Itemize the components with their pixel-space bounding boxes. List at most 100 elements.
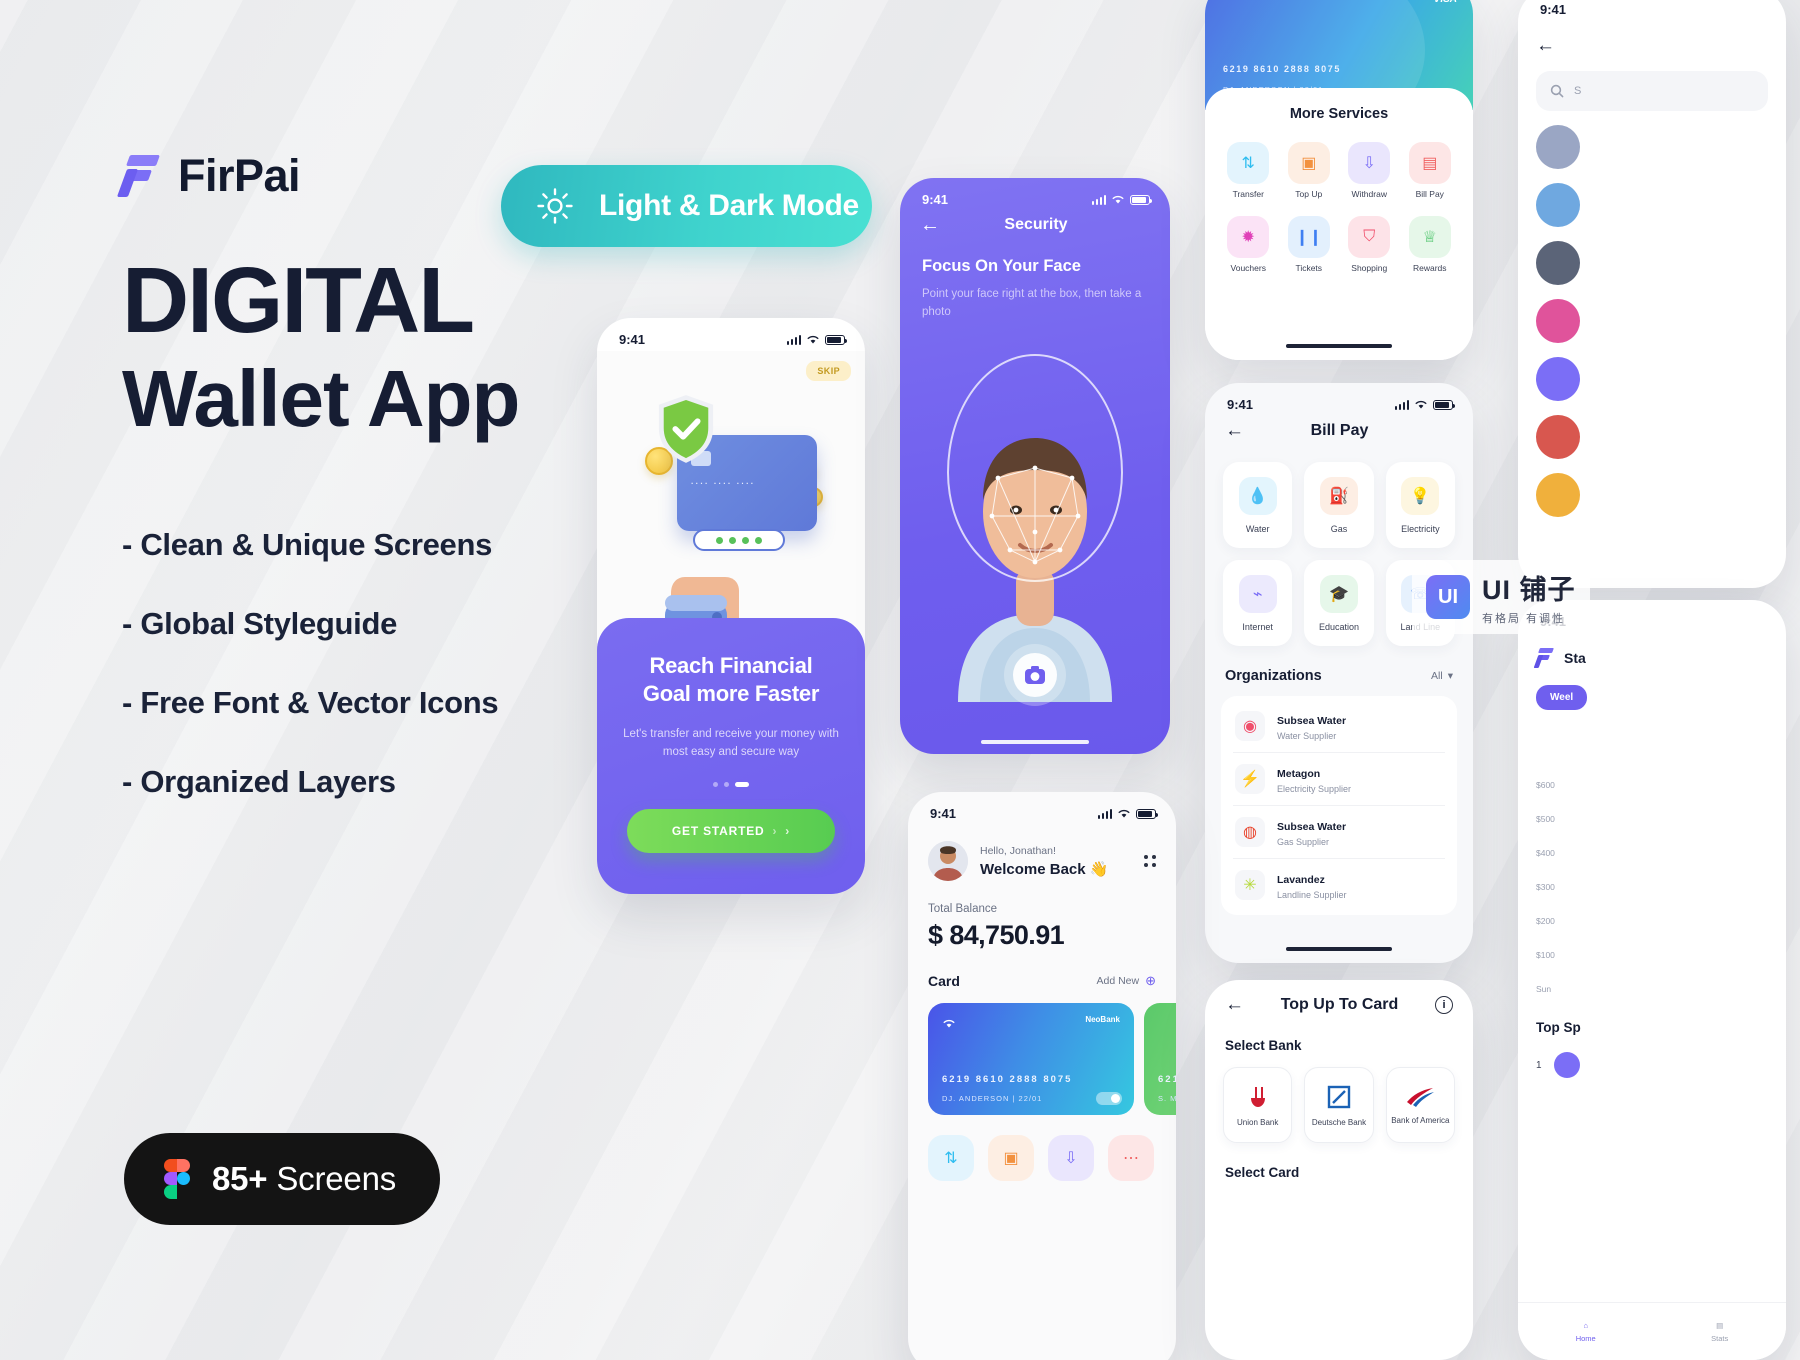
- list-item[interactable]: [1536, 183, 1768, 227]
- bank-option[interactable]: Union Bank: [1223, 1067, 1293, 1143]
- security-title: Security: [1004, 216, 1068, 233]
- axis-tick-x: Sun: [1536, 984, 1552, 994]
- arrow-left-icon[interactable]: ←: [1536, 35, 1555, 57]
- category-education[interactable]: 🎓 Education: [1304, 560, 1374, 646]
- info-icon[interactable]: i: [1435, 996, 1453, 1014]
- rank-row[interactable]: 1: [1536, 1052, 1580, 1078]
- service-item[interactable]: ⇩ Withdraw: [1342, 142, 1397, 202]
- avatar: [1536, 415, 1580, 459]
- status-bar: 9:41: [900, 178, 1170, 211]
- bank-card[interactable]: VISA 6219 S. MO: [1144, 1003, 1176, 1115]
- list-item[interactable]: [1536, 473, 1768, 517]
- more-icon[interactable]: ⋯: [1108, 1135, 1154, 1181]
- org-text: Lavandez Landline Supplier: [1277, 870, 1347, 900]
- service-item[interactable]: ▣ Top Up: [1282, 142, 1337, 202]
- signal-icon: [1097, 808, 1112, 819]
- card-section-header: Card Add New ⊕: [908, 951, 1176, 989]
- boa-icon: [1407, 1087, 1435, 1107]
- bank-label: Bank of America: [1391, 1115, 1450, 1125]
- organizations-filter[interactable]: All ▾: [1431, 670, 1453, 682]
- service-item[interactable]: ✹ Vouchers: [1221, 216, 1276, 276]
- add-new-card-button[interactable]: Add New ⊕: [1096, 973, 1156, 989]
- screens-count-text: 85+ Screens: [212, 1160, 396, 1198]
- org-text: Metagon Electricity Supplier: [1277, 764, 1351, 794]
- arrow-left-icon[interactable]: ←: [1225, 420, 1244, 442]
- category-electricity[interactable]: 💡 Electricity: [1385, 462, 1455, 548]
- list-item[interactable]: [1536, 357, 1768, 401]
- search-input[interactable]: S: [1536, 71, 1768, 111]
- chart-y-axis: $600 $500 $400 $300 $200 $100 Sun: [1536, 780, 1555, 994]
- service-item[interactable]: ▤ Bill Pay: [1403, 142, 1458, 202]
- avatar: [1536, 299, 1580, 343]
- bank-card[interactable]: NeoBank 6219 8610 2888 8075 DJ. ANDERSON…: [928, 1003, 1134, 1115]
- list-item[interactable]: ✳ Lavandez Landline Supplier: [1233, 859, 1445, 911]
- skip-button[interactable]: SKIP: [806, 361, 851, 381]
- service-item[interactable]: ♕ Rewards: [1403, 216, 1458, 276]
- list-item[interactable]: ⚡ Metagon Electricity Supplier: [1233, 753, 1445, 806]
- transfer-icon[interactable]: ⇅: [928, 1135, 974, 1181]
- org-name: Subsea Water: [1277, 715, 1347, 727]
- category-water[interactable]: 💧 Water: [1223, 462, 1293, 548]
- get-started-button[interactable]: GET STARTED › ›: [627, 808, 835, 853]
- category-label: Electricity: [1401, 523, 1440, 534]
- avatar: [1536, 183, 1580, 227]
- card-section-label: Card: [928, 973, 960, 989]
- capture-button[interactable]: [1004, 644, 1066, 706]
- withdraw-icon[interactable]: ⇩: [1048, 1135, 1094, 1181]
- arrow-left-icon[interactable]: ←: [1225, 994, 1244, 1016]
- avatar[interactable]: [928, 841, 968, 881]
- security-heading: Focus On Your Face: [922, 257, 1081, 275]
- services-grid: ⇅ Transfer ▣ Top Up ⇩ Withdraw ▤ Bill Pay ✹ V…: [1221, 142, 1457, 276]
- battery-icon: [1136, 808, 1158, 819]
- arrow-left-icon[interactable]: ←: [920, 215, 940, 235]
- card-owner: DJ. ANDERSON | 22/01: [942, 1094, 1043, 1103]
- org-text: Subsea Water Water Supplier: [1277, 711, 1346, 741]
- list-item[interactable]: ◉ Subsea Water Water Supplier: [1233, 700, 1445, 753]
- list-item[interactable]: [1536, 241, 1768, 285]
- category-label: Internet: [1242, 621, 1273, 632]
- tab-home[interactable]: ⌂ Home: [1576, 1321, 1596, 1343]
- tab-stats[interactable]: ▤ Stats: [1711, 1321, 1728, 1343]
- period-chip: Weel: [1536, 685, 1588, 710]
- axis-tick: $500: [1536, 814, 1555, 824]
- period-selector[interactable]: Weel: [1536, 685, 1588, 710]
- transfer-icon: ⇅: [1227, 142, 1270, 184]
- card-toggle[interactable]: [1096, 1092, 1122, 1105]
- deutsche-bank-icon: [1327, 1085, 1351, 1108]
- card-carousel[interactable]: NeoBank 6219 8610 2888 8075 DJ. ANDERSON…: [908, 989, 1176, 1115]
- service-item[interactable]: ❙❙ Tickets: [1282, 216, 1337, 276]
- service-item[interactable]: ⇅ Transfer: [1221, 142, 1276, 202]
- sheet-title: More Services: [1289, 106, 1389, 122]
- axis-tick: $600: [1536, 780, 1555, 790]
- bank-option[interactable]: Deutsche Bank: [1304, 1067, 1374, 1143]
- topup-icon[interactable]: ▣: [988, 1135, 1034, 1181]
- card-bank-name: NeoBank: [1085, 1015, 1120, 1024]
- grid-dots-icon[interactable]: [1144, 855, 1156, 867]
- status-time: 9:41: [930, 806, 957, 821]
- security-navbar: ← Security: [900, 211, 1170, 235]
- axis-tick: $400: [1536, 848, 1555, 858]
- service-item[interactable]: ⛉ Shopping: [1342, 216, 1397, 276]
- list-item: - Organized Layers: [122, 764, 396, 800]
- status-icons: [1394, 399, 1455, 410]
- capture-inner: [1013, 653, 1057, 697]
- chart-icon: ▤: [1716, 1320, 1724, 1330]
- category-internet[interactable]: ⌁ Internet: [1223, 560, 1293, 646]
- card-number: 6219 8610 2888 8075: [1223, 64, 1341, 74]
- brand-name: FirPai: [178, 150, 301, 201]
- stats-title: Sta: [1564, 650, 1586, 666]
- bank-option[interactable]: Bank of America: [1385, 1067, 1455, 1143]
- status-bar: 9:41: [1518, 0, 1786, 21]
- list-item[interactable]: [1536, 299, 1768, 343]
- watermark-badge-icon: UI: [1426, 575, 1470, 619]
- list-item[interactable]: ◍ Subsea Water Gas Supplier: [1233, 806, 1445, 859]
- filter-label: All: [1431, 670, 1443, 682]
- list-item[interactable]: [1536, 125, 1768, 169]
- axis-tick: $100: [1536, 950, 1555, 960]
- org-type: Water Supplier: [1277, 731, 1337, 741]
- screen-more-services: VISA 6219 8610 2888 8075 DJ. ANDERSON | …: [1205, 0, 1473, 360]
- list-item[interactable]: [1536, 415, 1768, 459]
- firpai-logo-icon: [1533, 647, 1554, 669]
- category-gas[interactable]: ⛽ Gas: [1304, 462, 1374, 548]
- bank-grid: Union Bank Deutsche Bank Bank of America: [1205, 1053, 1473, 1143]
